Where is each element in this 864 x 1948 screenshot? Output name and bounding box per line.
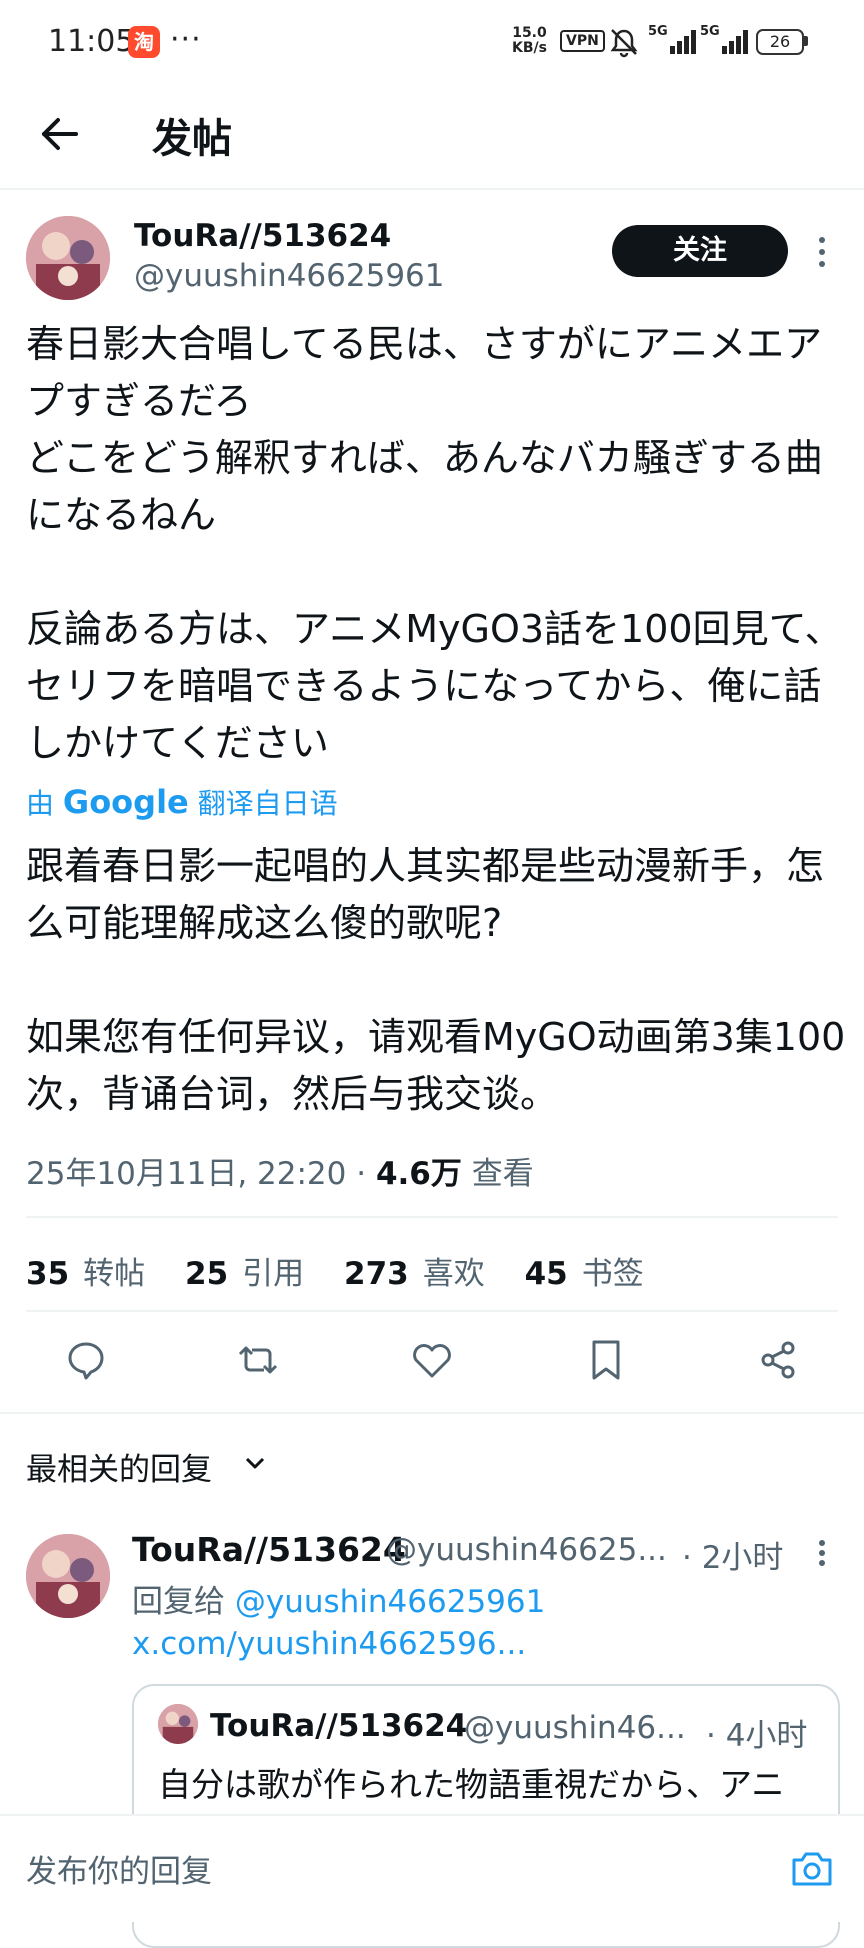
post-stats: 35 转帖 25 引用 273 喜欢 45 书签 — [26, 1248, 674, 1293]
stat-quotes[interactable]: 25 引用 — [185, 1256, 304, 1292]
signal-icon-1: 5G — [648, 24, 704, 56]
translation-attribution[interactable]: 由 Google 翻译自日语 — [26, 782, 338, 822]
reply-author-handle[interactable]: @yuushin46625... — [386, 1532, 667, 1568]
chevron-down-icon[interactable] — [244, 1452, 266, 1474]
status-bar: 11:05 淘 ··· 15.0 KB/s VPN 5G 5G 26 — [0, 0, 864, 86]
quote-text: 自分は歌が作られた物語重視だから、アニ — [158, 1765, 785, 1804]
vpn-badge: VPN — [560, 30, 605, 52]
divider — [0, 1412, 864, 1414]
views-count: 4.6万 — [375, 1156, 462, 1192]
stat-bookmarks[interactable]: 45 书签 — [525, 1256, 644, 1292]
quote-time: · 4小时 — [706, 1718, 808, 1754]
bookmark-icon[interactable] — [582, 1336, 630, 1384]
muted-bell-icon — [610, 29, 638, 58]
reply-sort-label[interactable]: 最相关的回复 — [26, 1444, 212, 1489]
follow-button[interactable]: 关注 — [612, 225, 788, 277]
author-name[interactable]: TouRa//513624 — [134, 218, 391, 254]
page-title: 发帖 — [152, 116, 232, 162]
post-text-translated: 跟着春日影一起唱的人其实都是些动漫新手，怎么可能理解成这么傻的歌呢? 如果您有任… — [26, 844, 846, 1116]
quote-avatar — [158, 1704, 198, 1744]
camera-icon[interactable] — [790, 1848, 834, 1888]
stat-reposts[interactable]: 35 转帖 — [26, 1256, 145, 1292]
reply-input[interactable]: 发布你的回复 — [26, 1846, 212, 1891]
reply-to-mention[interactable]: @yuushin46625961 — [235, 1584, 545, 1620]
divider — [26, 1310, 838, 1312]
translate-suffix: 翻译自日语 — [197, 787, 338, 820]
battery-icon: 26 — [756, 29, 804, 55]
network-speed-unit: KB/s — [512, 40, 547, 56]
reply-icon[interactable] — [62, 1336, 110, 1384]
network-speed-value: 15.0 — [512, 25, 547, 41]
back-arrow-icon[interactable] — [36, 110, 84, 158]
header-divider — [0, 188, 864, 190]
quote-author-name: TouRa//513624 — [210, 1708, 468, 1744]
reply-link[interactable]: x.com/yuushin4662596... — [132, 1626, 526, 1662]
quote-author-handle: @yuushin46... — [464, 1710, 686, 1746]
battery-tip — [804, 36, 808, 46]
author-handle[interactable]: @yuushin46625961 — [134, 258, 444, 294]
reply-more-icon[interactable] — [816, 1538, 828, 1568]
stat-likes[interactable]: 273 喜欢 — [344, 1256, 485, 1292]
repost-icon[interactable] — [234, 1336, 282, 1384]
author-avatar[interactable] — [26, 216, 110, 300]
like-heart-icon[interactable] — [408, 1336, 456, 1384]
more-options-icon[interactable] — [816, 234, 828, 270]
post-meta: 25年10月11日, 22:20 · 4.6万 查看 — [26, 1148, 534, 1193]
reply-author-name[interactable]: TouRa//513624 — [132, 1530, 406, 1569]
post-text-original: 春日影大合唱してる民は、さすがにアニメエアプすぎるだろ どこをどう解釈すれば、あ… — [26, 322, 843, 765]
google-logo: Google — [62, 783, 189, 821]
status-more-icon: ··· — [170, 22, 202, 57]
views-label: 查看 — [471, 1156, 534, 1192]
translate-prefix: 由 — [26, 787, 55, 820]
divider — [26, 1216, 838, 1218]
reply-time: · 2小时 — [682, 1540, 784, 1576]
reply-to-line: 回复给 @yuushin46625961 — [132, 1576, 545, 1621]
status-time: 11:05 — [48, 24, 135, 59]
signal-icon-2: 5G — [700, 24, 756, 56]
network-speed: 15.0 KB/s — [512, 26, 547, 56]
taobao-app-icon: 淘 — [128, 26, 160, 58]
reply-avatar[interactable] — [26, 1534, 110, 1618]
post-timestamp: 25年10月11日, 22:20 · — [26, 1156, 376, 1192]
share-icon[interactable] — [754, 1336, 802, 1384]
reply-to-prefix: 回复给 — [132, 1584, 225, 1620]
